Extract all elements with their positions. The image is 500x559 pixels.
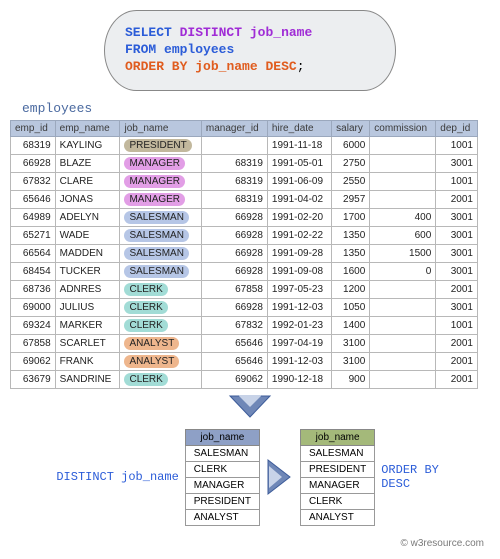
list-item: CLERK	[185, 461, 259, 477]
list-item: SALESMAN	[301, 445, 375, 461]
sql-select: SELECT	[125, 25, 172, 40]
sql-from: FROM	[125, 42, 156, 57]
table-row: 64989ADELYNSALESMAN669281991-02-20170040…	[11, 208, 478, 226]
table-row: 67832CLAREMANAGER683191991-06-0925501001	[11, 172, 478, 190]
list-item: PRESIDENT	[301, 461, 375, 477]
list-item: ANALYST	[301, 509, 375, 525]
col-manager-id: manager_id	[201, 120, 267, 136]
col-commission: commission	[370, 120, 436, 136]
col-dep-id: dep_id	[436, 120, 478, 136]
col-hire-date: hire_date	[267, 120, 331, 136]
employees-table: emp_id emp_name job_name manager_id hire…	[10, 120, 478, 389]
table-row: 68319KAYLINGPRESIDENT1991-11-1860001001	[11, 136, 478, 154]
sql-statement-bubble: SELECT DISTINCT job_name FROM employees …	[104, 10, 396, 91]
sql-desc: DESC	[265, 59, 296, 74]
table-row: 63679SANDRINECLERK690621990-12-189002001	[11, 370, 478, 388]
table-row: 68736ADNRESCLERK678581997-05-2312002001	[11, 280, 478, 298]
table-label: employees	[22, 101, 490, 116]
list-item: ANALYST	[185, 509, 259, 525]
list-item: MANAGER	[185, 477, 259, 493]
arrow-right-icon	[266, 452, 294, 502]
arrow-down-icon	[10, 393, 490, 423]
col-job-name: job_name	[120, 120, 201, 136]
table-row: 69062FRANKANALYST656461991-12-0331002001	[11, 352, 478, 370]
col-emp-name: emp_name	[55, 120, 120, 136]
table-row: 67858SCARLETANALYST656461997-04-19310020…	[11, 334, 478, 352]
sql-table: employees	[164, 42, 234, 57]
table-row: 69000JULIUSCLERK669281991-12-0310503001	[11, 298, 478, 316]
sql-distinct: DISTINCT	[180, 25, 242, 40]
footer-credit: © w3resource.com	[10, 538, 490, 549]
list-item: CLERK	[301, 493, 375, 509]
table-row: 65646JONASMANAGER683191991-04-0229572001	[11, 190, 478, 208]
table-row: 65271WADESALESMAN669281991-02-2213506003…	[11, 226, 478, 244]
sql-col: job_name	[250, 25, 312, 40]
list-item: PRESIDENT	[185, 493, 259, 509]
col-emp-id: emp_id	[11, 120, 56, 136]
order-by-label: ORDER BY DESC	[381, 463, 461, 491]
bottom-diagram: DISTINCT job_name job_name SALESMANCLERK…	[10, 429, 490, 526]
distinct-table: job_name SALESMANCLERKMANAGERPRESIDENTAN…	[185, 429, 260, 526]
ordered-table: job_name SALESMANPRESIDENTMANAGERCLERKAN…	[300, 429, 375, 526]
sql-ordercol: job_name	[195, 59, 257, 74]
table-row: 66564MADDENSALESMAN669281991-09-28135015…	[11, 244, 478, 262]
list-item: SALESMAN	[185, 445, 259, 461]
sql-semicolon: ;	[297, 59, 305, 74]
table-row: 66928BLAZEMANAGER683191991-05-0127503001	[11, 154, 478, 172]
ordered-header: job_name	[301, 429, 375, 445]
sql-orderby: ORDER BY	[125, 59, 187, 74]
col-salary: salary	[332, 120, 370, 136]
distinct-label: DISTINCT job_name	[39, 470, 179, 484]
table-row: 69324MARKERCLERK678321992-01-2314001001	[11, 316, 478, 334]
distinct-header: job_name	[185, 429, 259, 445]
table-row: 68454TUCKERSALESMAN669281991-09-08160003…	[11, 262, 478, 280]
list-item: MANAGER	[301, 477, 375, 493]
